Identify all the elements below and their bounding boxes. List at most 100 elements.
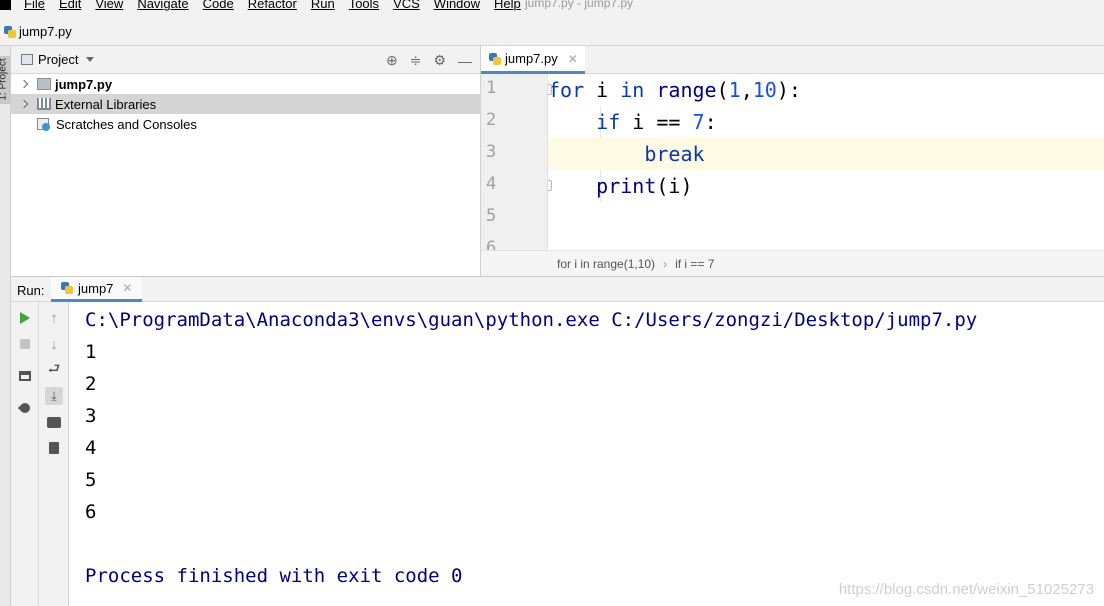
code-breadcrumb: for i in range(1,10) › if i == 7 [481, 250, 1104, 276]
menu-tools[interactable]: Tools [349, 0, 379, 11]
arrow-down-icon: ↓ [50, 335, 58, 353]
menu-bar: File Edit View Navigate Code Refactor Ru… [0, 0, 1104, 12]
breadcrumb-separator: › [663, 256, 668, 271]
line-number: 2 [486, 110, 497, 130]
console-command-line: C:\ProgramData\Anaconda3\envs\guan\pytho… [85, 309, 978, 331]
breadcrumb-item[interactable]: if i == 7 [675, 257, 714, 271]
hide-icon[interactable]: — [458, 53, 472, 69]
code-line: for i in range(1,10): [548, 74, 1104, 106]
menu-refactor[interactable]: Refactor [248, 0, 297, 11]
console-output-line: 4 [85, 437, 97, 459]
tree-item-scratches[interactable]: Scratches and Consoles [11, 114, 481, 134]
fold-icon[interactable] [548, 180, 552, 191]
run-panel-header: Run: jump7 ✕ [11, 276, 1104, 302]
breadcrumb-item[interactable]: for i in range(1,10) [557, 257, 655, 271]
editor-panel: jump7.py ✕ 1 2 3 4 5 6 for i in range(1,… [481, 46, 1104, 276]
close-icon[interactable]: ✕ [122, 281, 132, 295]
stop-icon [20, 339, 30, 349]
next-occurrence-button[interactable]: ↓ [44, 334, 64, 354]
watermark: https://blog.csdn.net/weixin_51025273 [838, 581, 1094, 598]
scratches-icon [37, 117, 51, 131]
console-output-line: 2 [85, 373, 97, 395]
menu-view[interactable]: View [95, 0, 123, 11]
menu-help[interactable]: Help [494, 0, 521, 11]
console-output-line: 1 [85, 341, 97, 363]
nav-file-crumb[interactable]: jump7.py [4, 24, 72, 39]
folder-icon [37, 78, 51, 90]
arrow-up-icon: ↑ [50, 309, 58, 327]
console-output-line: 3 [85, 405, 97, 427]
editor-tab-jump7[interactable]: jump7.py ✕ [481, 46, 585, 74]
navigation-bar: jump7.py [0, 20, 1104, 46]
console-output-line: 6 [85, 501, 97, 523]
scroll-to-end-button[interactable]: ⤓ [44, 386, 64, 406]
menu-edit[interactable]: Edit [59, 0, 81, 11]
restore-layout-button[interactable] [15, 366, 35, 386]
left-tool-stripe: 1: Project [0, 46, 11, 606]
line-number: 3 [486, 142, 497, 162]
project-icon [21, 54, 33, 65]
editor-tab-label: jump7.py [505, 51, 558, 66]
line-number: 1 [486, 78, 497, 98]
pin-icon [17, 400, 33, 416]
console-finish-line: Process finished with exit code 0 [85, 565, 463, 587]
previous-occurrence-button[interactable]: ↑ [44, 308, 64, 328]
clear-all-button[interactable] [44, 438, 64, 458]
project-view-selector[interactable]: Project [21, 52, 95, 67]
print-icon [47, 416, 61, 428]
project-panel-tools: ⊕ ≑ ⚙ — [386, 52, 472, 69]
line-number-gutter: 1 2 3 4 5 6 [481, 74, 548, 250]
line-number: 4 [486, 174, 497, 194]
tree-item-label: Scratches and Consoles [56, 116, 197, 132]
tree-item-label: External Libraries [55, 96, 157, 112]
run-toolbar-secondary: ↑ ↓ ⮐ ⤓ [39, 302, 69, 606]
scroll-to-end-icon: ⤓ [45, 387, 63, 405]
soft-wrap-button[interactable]: ⮐ [44, 360, 64, 380]
code-area[interactable]: for i in range(1,10): if i == 7: break p… [548, 74, 1104, 250]
menu-file[interactable]: File [24, 0, 45, 11]
menu-window[interactable]: Window [434, 0, 480, 11]
window-title: jump7.py - jump7.py [525, 0, 634, 10]
gear-icon[interactable]: ⚙ [433, 52, 446, 69]
project-tool-tab[interactable]: 1: Project [0, 56, 11, 104]
play-icon [20, 312, 30, 324]
editor-tab-bar: jump7.py ✕ [481, 46, 1104, 74]
close-icon[interactable]: ✕ [568, 52, 578, 66]
run-tab-label: jump7 [78, 280, 114, 296]
nav-file-label: jump7.py [19, 24, 72, 39]
library-icon [37, 98, 51, 110]
code-line: if i == 7: [596, 110, 717, 134]
line-number: 5 [486, 206, 497, 226]
run-toolbar-primary [11, 302, 39, 606]
tree-item-jump7[interactable]: jump7.py [11, 74, 481, 94]
project-panel-header: Project ⊕ ≑ ⚙ — [11, 46, 480, 74]
tree-item-external-libraries[interactable]: External Libraries [11, 94, 481, 114]
python-file-icon [61, 282, 73, 294]
trash-icon [49, 442, 59, 454]
rerun-button[interactable] [15, 308, 35, 328]
menu-run[interactable]: Run [311, 0, 335, 11]
stop-button[interactable] [15, 334, 35, 354]
chevron-right-icon[interactable] [19, 79, 29, 89]
run-tab-jump7[interactable]: jump7 ✕ [51, 277, 143, 302]
menu-navigate[interactable]: Navigate [137, 0, 188, 11]
menu-code[interactable]: Code [203, 0, 234, 11]
fold-icon[interactable] [548, 84, 552, 95]
pin-tab-button[interactable] [15, 398, 35, 418]
soft-wrap-icon: ⮐ [47, 360, 61, 376]
console-output-line: 5 [85, 469, 97, 491]
line-number: 6 [486, 238, 497, 250]
chevron-right-icon[interactable] [19, 99, 29, 109]
tree-item-label: jump7.py [55, 76, 113, 92]
menu-vcs[interactable]: VCS [393, 0, 420, 11]
python-file-icon [4, 25, 16, 38]
collapse-all-icon[interactable]: ≑ [410, 52, 422, 69]
code-line: print(i) [548, 170, 1104, 202]
chevron-down-icon [86, 57, 95, 62]
python-file-icon [489, 52, 501, 65]
run-console[interactable]: C:\ProgramData\Anaconda3\envs\guan\pytho… [69, 302, 1104, 606]
layout-icon [19, 371, 31, 381]
print-button[interactable] [44, 412, 64, 432]
locate-icon[interactable]: ⊕ [386, 52, 398, 69]
project-panel: Project ⊕ ≑ ⚙ — jump7.py External Librar… [11, 46, 481, 276]
